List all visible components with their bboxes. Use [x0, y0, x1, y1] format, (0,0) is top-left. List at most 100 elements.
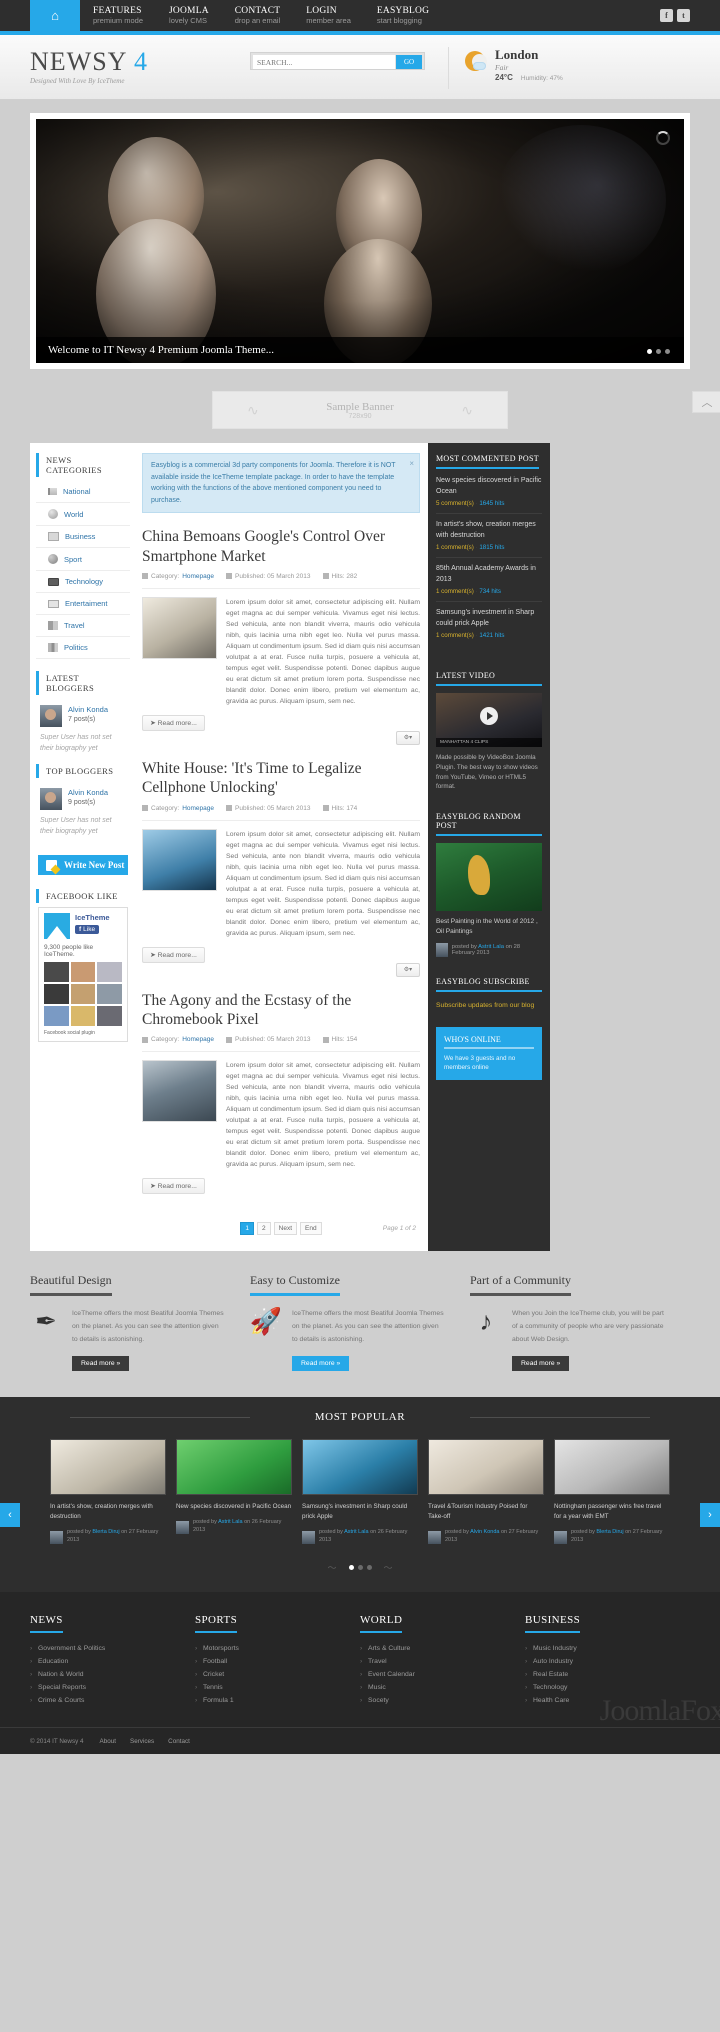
- read-more-button[interactable]: ➤ Read more...: [142, 714, 205, 731]
- article-options-button[interactable]: ⚙▾: [396, 730, 420, 745]
- facebook-like-button[interactable]: f Like: [75, 925, 100, 934]
- chevron-left-icon[interactable]: ‹: [0, 1503, 20, 1528]
- most-commented-link[interactable]: 85th Annual Academy Awards in 2013: [436, 564, 542, 585]
- menu-item-features[interactable]: FEATURES premium mode: [80, 3, 156, 29]
- popular-dot[interactable]: [357, 1565, 363, 1571]
- read-more-button[interactable]: ➤ Read more...: [142, 946, 205, 963]
- footer-link[interactable]: Crime & Courts: [30, 1694, 195, 1707]
- footer-link[interactable]: Cricket: [195, 1668, 360, 1681]
- popular-card-title[interactable]: Travel &Tourism Industry Poised for Take…: [428, 1502, 544, 1522]
- footer-link[interactable]: Auto Industry: [525, 1655, 690, 1668]
- read-more-button[interactable]: ➤ Read more...: [142, 1178, 205, 1195]
- menu-item-joomla[interactable]: JOOMLA lovely CMS: [156, 3, 222, 29]
- popular-card-image[interactable]: [554, 1439, 670, 1496]
- popular-card-image[interactable]: [428, 1439, 544, 1496]
- facebook-friend-thumb[interactable]: [44, 984, 69, 1004]
- sidebar-item-travel[interactable]: Travel: [36, 615, 130, 637]
- popular-card[interactable]: New species discovered in Pacific Ocean …: [176, 1439, 292, 1545]
- most-commented-link[interactable]: Samsung's investment in Sharp could pric…: [436, 608, 542, 629]
- facebook-friend-thumb[interactable]: [70, 1006, 96, 1026]
- random-post-image[interactable]: [436, 843, 542, 911]
- popular-card-title[interactable]: Samsung's investment in Sharp could pric…: [302, 1502, 418, 1522]
- pagination-next[interactable]: Next: [273, 1222, 298, 1236]
- popular-card-title[interactable]: Nottingham passenger wins free travel fo…: [554, 1502, 670, 1522]
- search-go-button[interactable]: GO: [396, 55, 422, 69]
- sidebar-item-technology[interactable]: Technology: [36, 571, 130, 593]
- hero-slider[interactable]: Welcome to IT Newsy 4 Premium Joomla The…: [30, 113, 690, 369]
- sidebar-item-entertaiment[interactable]: Entertaiment: [36, 593, 130, 615]
- facebook-friend-thumb[interactable]: [70, 962, 96, 982]
- sidebar-item-politics[interactable]: Politics: [36, 637, 130, 659]
- slider-dots[interactable]: [647, 349, 670, 354]
- sidebar-item-world[interactable]: World: [36, 503, 130, 526]
- subscribe-link[interactable]: Subscribe updates from our blog: [436, 1002, 534, 1009]
- footer-link[interactable]: Travel: [360, 1655, 525, 1668]
- slider-dot[interactable]: [656, 349, 661, 354]
- popular-card-author[interactable]: Astrit Lala: [344, 1529, 368, 1535]
- facebook-icon[interactable]: f: [660, 9, 673, 22]
- footer-link[interactable]: Arts & Culture: [360, 1642, 525, 1655]
- popular-card-image[interactable]: [50, 1439, 166, 1496]
- article-title[interactable]: The Agony and the Ecstasy of the Chromeb…: [142, 991, 387, 1030]
- latest-blogger[interactable]: Alvin Konda 7 post(s): [30, 699, 136, 729]
- article-options-button[interactable]: ⚙▾: [396, 962, 420, 977]
- close-icon[interactable]: ×: [409, 457, 414, 470]
- popular-card[interactable]: Travel &Tourism Industry Poised for Take…: [428, 1439, 544, 1545]
- footer-link[interactable]: Education: [30, 1655, 195, 1668]
- facebook-friend-thumb[interactable]: [97, 1006, 122, 1026]
- article-thumbnail[interactable]: [142, 828, 217, 891]
- menu-item-easyblog[interactable]: EASYBLOG start blogging: [364, 3, 442, 29]
- footer-link[interactable]: Music: [360, 1681, 525, 1694]
- article-thumbnail[interactable]: [142, 596, 217, 659]
- facebook-friend-thumb[interactable]: [70, 984, 96, 1004]
- popular-card-author[interactable]: Astrit Lala: [218, 1519, 242, 1525]
- sidebar-item-business[interactable]: Business: [36, 526, 130, 548]
- write-new-post-button[interactable]: Write New Post: [38, 855, 128, 875]
- popular-card-image[interactable]: [302, 1439, 418, 1496]
- facebook-friend-thumb[interactable]: [44, 962, 69, 982]
- popular-card-author[interactable]: Alvin Konda: [470, 1529, 499, 1535]
- article-thumbnail[interactable]: [142, 1060, 217, 1123]
- footer-bottom-link[interactable]: Contact: [168, 1738, 190, 1745]
- feature-read-more-button[interactable]: Read more »: [292, 1356, 350, 1372]
- footer-link[interactable]: Real Estate: [525, 1668, 690, 1681]
- footer-link[interactable]: Formula 1: [195, 1694, 360, 1707]
- chevron-right-icon[interactable]: ›: [700, 1503, 720, 1528]
- blogger-name[interactable]: Alvin Konda: [68, 705, 108, 714]
- facebook-friend-thumb[interactable]: [44, 1006, 69, 1026]
- footer-link[interactable]: Event Calendar: [360, 1668, 525, 1681]
- popular-card[interactable]: Samsung's investment in Sharp could pric…: [302, 1439, 418, 1545]
- popular-dot[interactable]: [366, 1565, 372, 1571]
- feature-read-more-button[interactable]: Read more »: [512, 1356, 570, 1372]
- popular-card-title[interactable]: New species discovered in Pacific Ocean: [176, 1502, 292, 1512]
- footer-link[interactable]: Music Industry: [525, 1642, 690, 1655]
- pagination[interactable]: 1 2 Next End Page 1 of 2: [142, 1208, 420, 1251]
- popular-card-author[interactable]: Blerta Diruj: [596, 1529, 623, 1535]
- pagination-1[interactable]: 1: [240, 1222, 255, 1236]
- site-logo[interactable]: NEWSY 4 Designed With Love By IceTheme: [30, 49, 148, 86]
- footer-link[interactable]: Nation & World: [30, 1668, 195, 1681]
- sidebar-item-national[interactable]: National: [36, 481, 130, 503]
- play-icon[interactable]: [480, 706, 498, 725]
- popular-card-author[interactable]: Blerta Diruj: [92, 1529, 119, 1535]
- footer-link[interactable]: Football: [195, 1655, 360, 1668]
- footer-link[interactable]: Special Reports: [30, 1681, 195, 1694]
- feature-read-more-button[interactable]: Read more »: [72, 1356, 130, 1372]
- article-title[interactable]: White House: 'It's Time to Legalize Cell…: [142, 759, 387, 798]
- blogger-name[interactable]: Alvin Konda: [68, 788, 108, 797]
- popular-card-title[interactable]: In artist's show, creation merges with d…: [50, 1502, 166, 1522]
- popular-card-image[interactable]: [176, 1439, 292, 1496]
- popular-card[interactable]: Nottingham passenger wins free travel fo…: [554, 1439, 670, 1545]
- slider-dot[interactable]: [647, 349, 652, 354]
- footer-link[interactable]: Health Care: [525, 1694, 690, 1707]
- popular-dot[interactable]: [348, 1565, 354, 1571]
- sample-banner[interactable]: ∿ ∿ Sample Banner 728x90: [212, 391, 508, 429]
- footer-link[interactable]: Tennis: [195, 1681, 360, 1694]
- popular-carousel-dots[interactable]: 〜〜: [50, 1561, 670, 1574]
- random-post-caption[interactable]: Best Painting in the World of 2012 , Oil…: [436, 917, 542, 937]
- pagination-2[interactable]: 2: [257, 1222, 271, 1236]
- menu-item-contact[interactable]: CONTACT drop an email: [222, 3, 294, 29]
- popular-card[interactable]: In artist's show, creation merges with d…: [50, 1439, 166, 1545]
- footer-link[interactable]: Socety: [360, 1694, 525, 1707]
- article-title[interactable]: China Bemoans Google's Control Over Smar…: [142, 527, 387, 566]
